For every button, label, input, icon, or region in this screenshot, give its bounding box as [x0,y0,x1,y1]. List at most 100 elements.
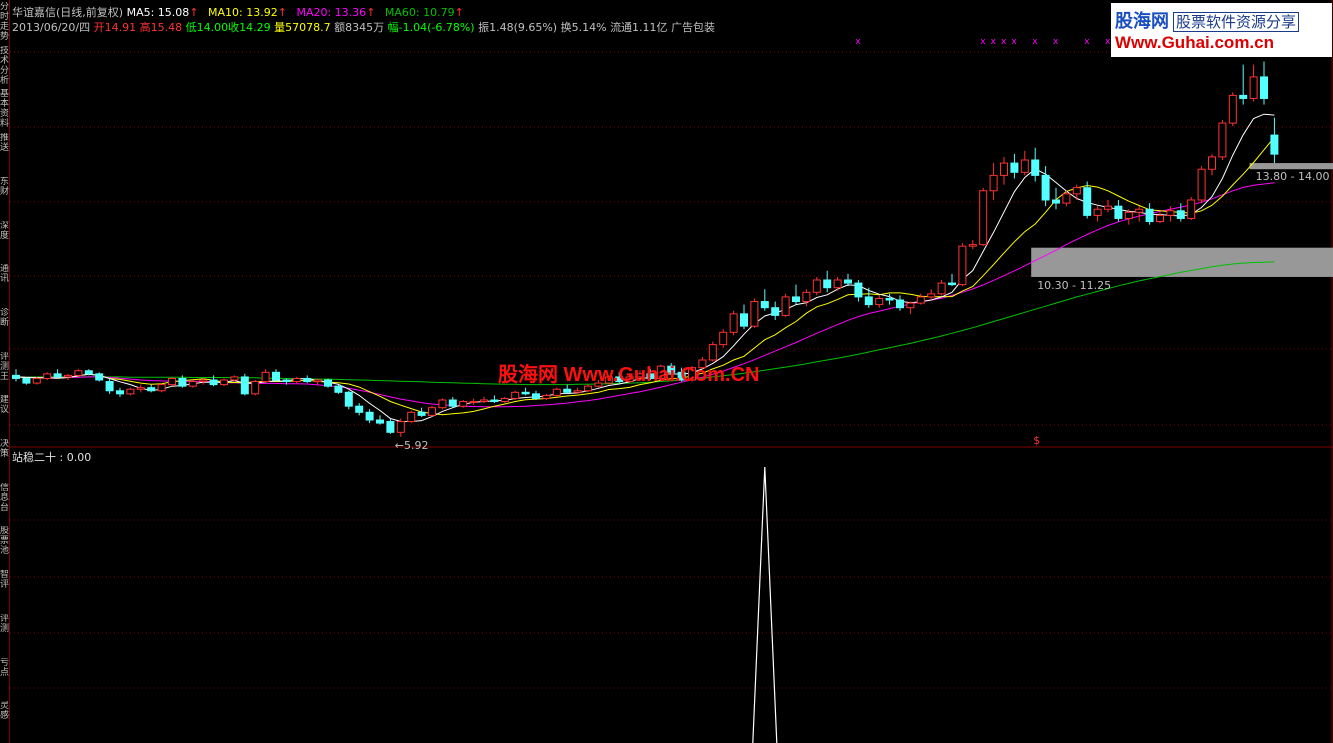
candle-body-47 [500,397,509,403]
candle-body-0 [12,374,20,379]
candle-body-35 [376,419,384,424]
candle-body-27 [292,377,301,383]
candle-body-69 [729,313,738,333]
candle-body-106 [1114,205,1123,219]
candle-body-113 [1187,199,1196,219]
indicator-spike [752,466,778,743]
candle-body-31 [334,385,343,393]
candle-body-12 [136,387,145,390]
candle-body-13 [147,387,156,392]
stock-name[interactable]: 华谊嘉信(日线,前复权) [12,6,123,19]
candle-body-15 [168,377,176,386]
candle-body-16 [178,377,187,387]
watermark: 股海网 Www.Guhai.Com.CN [498,364,760,386]
quote-date: 2013/06/20/四 [12,21,91,34]
candle-body-80 [844,279,852,284]
candle-body-34 [365,411,374,421]
candle-body-107 [1124,211,1133,219]
quote-turnover: 换5.14% [560,21,607,34]
signal-marker-6: x [1053,37,1059,47]
signal-marker-1: x [980,37,986,47]
support-zone-1 [1249,163,1333,170]
candle-body-54 [573,390,582,393]
ma5-arrow: ↑ [189,6,199,19]
candle-body-49 [521,391,530,395]
candle-body-43 [459,401,468,407]
signal-marker-0: x [855,37,861,47]
candle-body-11 [126,388,135,395]
candle-body-88 [927,293,936,298]
logo-brand: 股海网 [1115,11,1169,32]
candle-body-44 [469,401,478,404]
candle-body-119 [1249,76,1258,99]
candle-body-78 [823,279,832,289]
candle-body-26 [282,379,291,383]
candle-body-93 [979,190,988,246]
candle-body-72 [760,301,769,309]
candle-body-10 [116,390,124,395]
candle-body-95 [1000,162,1008,176]
candle-body-14 [157,384,166,392]
candle-body-40 [428,407,436,416]
candle-body-9 [105,381,114,392]
quote-high: 高15.48 [139,21,183,34]
candle-body-111 [1166,210,1175,216]
candle-body-118 [1239,94,1248,99]
low-price-label: ←5.92 [395,439,429,452]
ma5-label: MA5: 15.08 [126,6,190,19]
ma20-label: MA20: 13.36 [296,6,367,19]
candle-body-91 [958,245,967,286]
candle-body-20 [220,379,228,386]
candle-body-70 [740,313,748,327]
candle-body-21 [230,376,239,381]
candle-body-1 [22,377,31,384]
ma10-label: MA10: 13.92 [208,6,278,19]
candle-body-45 [480,399,488,403]
candle-body-79 [833,279,842,289]
candle-body-99 [1041,174,1050,201]
candle-body-114 [1197,168,1206,201]
candle-body-38 [407,411,416,423]
signal-dollar-label: $ [1033,434,1040,447]
candle-body-24 [261,371,270,383]
candle-body-22 [240,376,249,395]
candle-body-39 [417,411,426,416]
candle-body-18 [199,379,208,383]
quote-float-cap: 流通1.11亿 [610,21,668,34]
quote-ad: 广告包装 [671,21,716,34]
candle-body-4 [53,373,62,378]
candle-body-53 [563,388,572,393]
candle-body-89 [937,282,946,295]
candle-body-121 [1270,134,1279,155]
quote-close: 收14.29 [228,21,271,34]
candle-body-83 [875,297,884,306]
candle-body-5 [64,374,72,378]
indicator-title: 站稳二十 : 0.00 [12,451,92,464]
candle-body-42 [448,399,457,407]
candle-body-102 [1072,187,1081,195]
candle-body-120 [1260,76,1268,99]
candle-body-30 [324,379,332,387]
candle-body-7 [84,370,93,375]
candle-body-33 [355,405,364,413]
quote-volume: 量57078.7 [274,21,331,34]
candle-body-36 [386,421,395,433]
candle-body-41 [438,399,447,409]
signal-marker-4: x [1011,37,1017,47]
candle-body-86 [906,302,915,309]
signal-marker-5: x [1032,37,1038,47]
quote-amplitude: 振1.48(9.65%) [478,21,558,34]
candle-body-92 [968,244,977,247]
zone-low-label: 10.30 - 11.25 [1037,279,1111,292]
candle-body-117 [1228,94,1237,124]
candle-body-87 [916,296,925,304]
candle-body-51 [542,394,551,399]
candle-body-82 [864,296,873,306]
candle-body-2 [32,377,41,384]
candle-body-75 [792,296,800,303]
candle-body-3 [43,373,52,379]
price-info-line: 华谊嘉信(日线,前复权) MA5: 15.08↑ MA10: 13.92↑ MA… [12,6,464,19]
candle-body-116 [1218,122,1227,158]
candle-body-115 [1208,156,1216,170]
candle-body-81 [854,282,863,298]
